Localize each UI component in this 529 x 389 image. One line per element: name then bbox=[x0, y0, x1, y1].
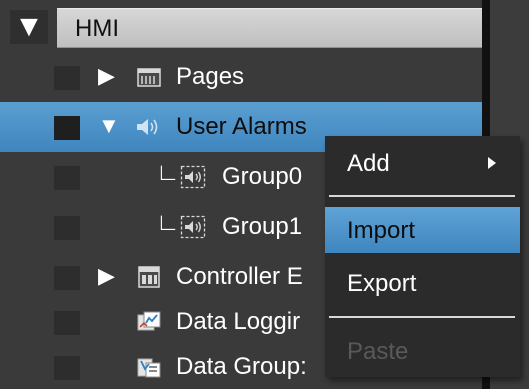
menu-item-label: Paste bbox=[347, 338, 409, 365]
tree-item-label: Group1 bbox=[222, 213, 303, 240]
collapse-toggle-icon[interactable]: ▼ bbox=[10, 10, 48, 44]
row-checkbox[interactable] bbox=[54, 66, 80, 90]
menu-item-paste: Paste bbox=[325, 328, 520, 374]
row-checkbox[interactable] bbox=[54, 266, 80, 290]
tree-item-label: User Alarms bbox=[176, 113, 307, 140]
submenu-arrow-icon bbox=[488, 157, 496, 169]
context-menu: Add Import Export Paste bbox=[325, 136, 520, 377]
tree-item-label: Data Group: bbox=[176, 353, 307, 380]
data-group-icon bbox=[137, 358, 161, 378]
collapse-arrow-icon[interactable]: ▼ bbox=[98, 112, 120, 140]
hmi-header-band[interactable]: HMI bbox=[57, 8, 482, 48]
speaker-group-icon bbox=[180, 215, 206, 239]
row-checkbox[interactable] bbox=[54, 216, 80, 240]
tree-item-label: Group0 bbox=[222, 163, 303, 190]
row-checkbox[interactable] bbox=[54, 116, 80, 140]
menu-item-label: Add bbox=[347, 150, 390, 177]
hmi-root-label: HMI bbox=[75, 15, 119, 42]
tree-branch-icon: ∟ bbox=[156, 209, 180, 236]
row-checkbox[interactable] bbox=[54, 166, 80, 190]
hmi-root-row[interactable]: ▼ HMI bbox=[0, 0, 489, 52]
expand-arrow-icon[interactable]: ▶ bbox=[98, 62, 115, 90]
controller-icon bbox=[138, 266, 160, 288]
project-tree-panel: ▼ HMI ▶ Pages ▼ User Alarms ∟ Group0 ∟ G… bbox=[0, 0, 529, 389]
menu-item-label: Export bbox=[347, 270, 417, 297]
tree-item-label: Pages bbox=[176, 63, 245, 90]
tree-item-label: Data Loggir bbox=[176, 308, 301, 335]
pages-icon bbox=[137, 68, 161, 87]
data-logging-icon bbox=[137, 311, 161, 331]
speaker-icon bbox=[137, 119, 158, 135]
menu-item-export[interactable]: Export bbox=[325, 260, 520, 306]
tree-item-pages[interactable]: ▶ Pages bbox=[0, 52, 482, 102]
expand-arrow-icon[interactable]: ▶ bbox=[98, 262, 115, 290]
menu-separator bbox=[329, 316, 515, 318]
row-checkbox[interactable] bbox=[54, 356, 80, 380]
speaker-group-icon bbox=[180, 165, 206, 189]
tree-item-label: Controller E bbox=[176, 263, 303, 290]
menu-separator bbox=[329, 195, 515, 197]
row-checkbox[interactable] bbox=[54, 311, 80, 335]
menu-item-import[interactable]: Import bbox=[325, 207, 520, 253]
tree-branch-icon: ∟ bbox=[156, 159, 180, 186]
menu-item-label: Import bbox=[347, 217, 416, 244]
menu-item-add[interactable]: Add bbox=[325, 140, 520, 186]
